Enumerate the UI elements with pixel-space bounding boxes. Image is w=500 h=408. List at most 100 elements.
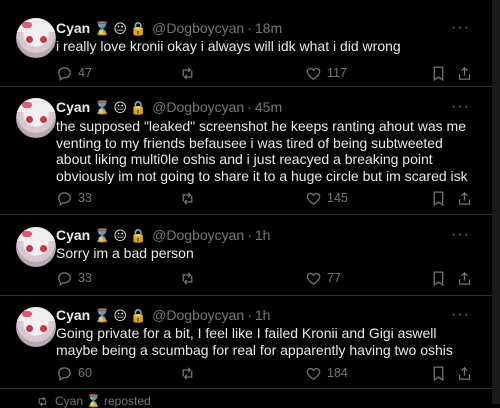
lock-icon: 🔒 (129, 20, 147, 36)
like-button[interactable]: 77 (305, 268, 341, 288)
tweet-actions: 47 117 (56, 63, 474, 83)
lock-icon: 🔒 (129, 307, 147, 323)
share-icon (458, 366, 471, 380)
reply-icon (58, 66, 71, 81)
hourglass-badge: ⌛ (94, 227, 111, 243)
reply-button[interactable]: 33 (56, 188, 92, 208)
like-button[interactable]: 184 (305, 363, 348, 383)
like-count: 184 (327, 366, 348, 380)
tweet[interactable]: Cyan ⌛ 😐 🔒 @Dogboycyan · 18m ··· i reall… (0, 0, 492, 87)
like-count: 77 (327, 271, 341, 285)
scrollbar[interactable] (492, 0, 500, 404)
hourglass-badge: ⌛ (86, 394, 101, 408)
retweet-button[interactable] (179, 63, 201, 83)
heart-icon (306, 367, 321, 380)
reply-count: 33 (78, 271, 92, 285)
user-name[interactable]: Cyan (56, 227, 90, 243)
bookmark-icon (433, 65, 444, 81)
retweet-icon (182, 66, 193, 80)
reply-icon (58, 191, 71, 206)
timestamp[interactable]: 45m (255, 99, 282, 115)
retweet-button[interactable] (179, 363, 201, 383)
user-handle[interactable]: @Dogboycyan (152, 227, 244, 243)
separator: · (247, 227, 252, 243)
bookmark-icon (433, 270, 444, 286)
timestamp[interactable]: 1h (255, 227, 271, 243)
retweet-icon (182, 191, 193, 205)
share-button[interactable] (456, 63, 473, 83)
separator: · (247, 307, 252, 323)
tweet-text: i really love kronii okay i always will … (56, 38, 401, 54)
bookmark-icon (433, 365, 444, 381)
more-icon[interactable]: ··· (451, 225, 470, 245)
face-badge: 😐 (113, 227, 127, 243)
user-handle[interactable]: @Dogboycyan (152, 307, 244, 323)
repost-label: reposted (103, 394, 151, 408)
like-button[interactable]: 117 (305, 63, 347, 83)
user-name[interactable]: Cyan (56, 307, 90, 323)
face-badge: 😐 (113, 99, 127, 115)
reply-count: 33 (78, 191, 92, 205)
reply-icon (58, 271, 71, 286)
face-badge: 😐 (113, 307, 127, 323)
repost-icon (38, 396, 47, 406)
tweet[interactable]: Cyan ⌛ 😐 🔒 @Dogboycyan · 45m ··· the sup… (0, 87, 492, 215)
retweet-icon (182, 366, 193, 380)
repost-context: Cyan ⌛ reposted (0, 394, 492, 408)
user-handle[interactable]: @Dogboycyan (152, 20, 244, 36)
bookmark-button[interactable] (430, 188, 447, 208)
timestamp[interactable]: 1h (255, 307, 271, 323)
avatar[interactable] (16, 18, 56, 58)
bookmark-button[interactable] (430, 268, 447, 288)
like-count: 117 (327, 66, 347, 80)
user-name[interactable]: Cyan (56, 20, 90, 36)
more-icon[interactable]: ··· (451, 305, 470, 325)
more-icon[interactable]: ··· (451, 18, 470, 38)
heart-icon (306, 192, 321, 205)
hourglass-badge: ⌛ (94, 99, 111, 115)
avatar[interactable] (16, 307, 56, 347)
bookmark-icon (433, 190, 444, 206)
retweet-button[interactable] (179, 268, 201, 288)
bookmark-button[interactable] (430, 63, 447, 83)
separator: · (247, 20, 252, 36)
like-button[interactable]: 145 (305, 188, 348, 208)
lock-icon: 🔒 (129, 99, 147, 115)
user-handle[interactable]: @Dogboycyan (152, 99, 244, 115)
hourglass-badge: ⌛ (94, 20, 111, 36)
timestamp[interactable]: 18m (255, 20, 282, 36)
retweet-icon (182, 271, 193, 285)
avatar[interactable] (16, 227, 56, 267)
tweet-text: Sorry im a bad person (56, 245, 194, 261)
bookmark-button[interactable] (430, 363, 447, 383)
user-name[interactable]: Cyan (56, 99, 90, 115)
heart-icon (306, 272, 321, 285)
tweet-actions: 33 77 (56, 268, 474, 288)
repost-user-name[interactable]: Cyan (55, 394, 83, 408)
share-icon (458, 66, 471, 80)
separator: · (247, 99, 252, 115)
avatar[interactable] (16, 98, 56, 138)
tweet[interactable]: Cyan ⌛ 😐 🔒 @Dogboycyan · 1h ··· Going pr… (0, 296, 492, 389)
share-button[interactable] (456, 268, 473, 288)
lock-icon: 🔒 (129, 227, 147, 243)
reply-button[interactable]: 60 (56, 363, 92, 383)
reply-count: 47 (78, 66, 92, 80)
tweet[interactable]: Cyan ⌛ 😐 🔒 @Dogboycyan · 1h ··· Sorry im… (0, 215, 492, 296)
reply-count: 60 (78, 366, 92, 380)
hourglass-badge: ⌛ (94, 307, 111, 323)
reply-button[interactable]: 33 (56, 268, 92, 288)
retweet-button[interactable] (179, 188, 201, 208)
reply-button[interactable]: 47 (56, 63, 92, 83)
tweet-actions: 33 145 (56, 188, 474, 208)
heart-icon (306, 67, 321, 80)
tweet-text: the supposed "leaked" screenshot he keep… (56, 118, 468, 184)
tweet-text: Going private for a bit, I feel like I f… (56, 325, 453, 358)
share-icon (458, 271, 471, 285)
share-button[interactable] (456, 188, 473, 208)
reply-icon (58, 366, 71, 381)
share-button[interactable] (456, 363, 473, 383)
tweet-actions: 60 184 (56, 363, 474, 383)
like-count: 145 (327, 191, 348, 205)
more-icon[interactable]: ··· (451, 97, 470, 117)
